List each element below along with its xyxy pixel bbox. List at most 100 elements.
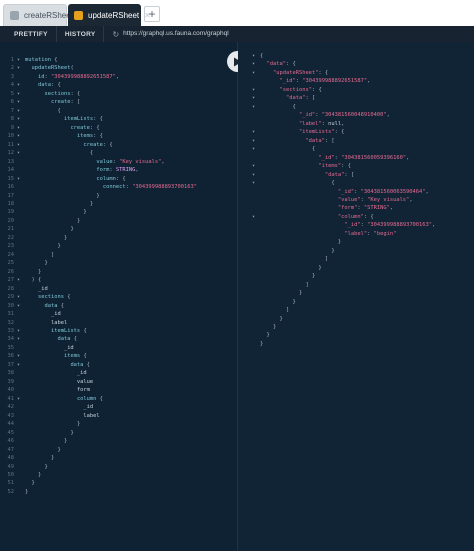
query-line[interactable]: 36 ▾ items { xyxy=(0,352,238,360)
fold-toggle-icon[interactable]: ▾ xyxy=(17,81,25,89)
query-line[interactable]: 44 } xyxy=(0,420,238,428)
query-line-text: } xyxy=(70,226,74,233)
fold-toggle-icon[interactable]: ▾ xyxy=(17,90,25,98)
query-line-text: data { xyxy=(70,361,90,368)
query-line[interactable]: 2 ▾ updateRSheet( xyxy=(0,64,238,72)
query-line[interactable]: 41 ▾ column { xyxy=(0,395,238,403)
query-line[interactable]: 37 ▾ data { xyxy=(0,361,238,369)
query-line[interactable]: 23 } xyxy=(0,242,238,250)
query-line[interactable]: 26 } xyxy=(0,268,238,276)
prettify-button[interactable]: PRETTIFY xyxy=(0,26,57,42)
fold-toggle-icon[interactable]: ▾ xyxy=(17,124,25,132)
history-icon[interactable]: ↻ xyxy=(104,30,123,39)
query-line[interactable]: 29 ▾ sections { xyxy=(0,293,238,301)
line-number: 22 xyxy=(7,234,15,241)
fold-toggle-icon[interactable]: ▾ xyxy=(17,276,25,284)
query-line[interactable]: 34 ▾ data { xyxy=(0,335,238,343)
fold-toggle-icon[interactable]: ▾ xyxy=(238,171,260,179)
query-line[interactable]: 48 } xyxy=(0,454,238,462)
fold-toggle-icon[interactable]: ▾ xyxy=(17,175,25,183)
query-line[interactable]: 8 ▾ itemLists: { xyxy=(0,115,238,123)
fold-toggle-icon[interactable]: ▾ xyxy=(17,64,25,72)
fold-toggle-icon[interactable]: ▾ xyxy=(17,335,25,343)
fold-toggle-icon[interactable]: ▾ xyxy=(17,293,25,301)
query-line[interactable]: 12 ▾ { xyxy=(0,149,238,157)
query-line[interactable]: 52} xyxy=(0,488,238,496)
query-line[interactable]: 38 _id xyxy=(0,369,238,377)
fold-toggle-icon[interactable]: ▾ xyxy=(17,107,25,115)
query-line[interactable]: 49 } xyxy=(0,463,238,471)
query-line[interactable]: 7 ▾ { xyxy=(0,107,238,115)
query-line[interactable]: 20 } xyxy=(0,217,238,225)
query-line[interactable]: 19 } xyxy=(0,208,238,216)
query-line[interactable]: 10 ▾ items: { xyxy=(0,132,238,140)
fold-toggle-icon[interactable]: ▾ xyxy=(238,162,260,170)
query-line[interactable]: 45 } xyxy=(0,429,238,437)
query-line[interactable]: 18 } xyxy=(0,200,238,208)
fold-toggle-icon[interactable]: ▾ xyxy=(17,56,25,64)
query-line[interactable]: 1 ▾ mutation { xyxy=(0,56,238,64)
query-line[interactable]: 9 ▾ create: { xyxy=(0,124,238,132)
query-line[interactable]: 15 ▾ column: { xyxy=(0,175,238,183)
query-line[interactable]: 4 ▾ data: { xyxy=(0,81,238,89)
fold-toggle-icon[interactable]: ▾ xyxy=(17,361,25,369)
fold-toggle-icon[interactable]: ▾ xyxy=(238,145,260,153)
query-line[interactable]: 31 _id xyxy=(0,310,238,318)
fold-toggle-icon[interactable]: ▾ xyxy=(238,137,260,145)
fold-toggle-icon[interactable]: ▾ xyxy=(238,213,260,221)
query-line[interactable]: 50 } xyxy=(0,471,238,479)
query-line[interactable]: 47 } xyxy=(0,446,238,454)
query-line[interactable]: 3 id: "304399988892651587", xyxy=(0,73,238,81)
endpoint-url-input[interactable] xyxy=(123,26,474,42)
query-line[interactable]: 11 ▾ create: { xyxy=(0,141,238,149)
fold-toggle-icon[interactable]: ▾ xyxy=(17,302,25,310)
line-number: 11 xyxy=(7,141,15,148)
tab-create-rsheet[interactable]: createRSheet xyxy=(3,4,73,26)
fold-toggle-icon[interactable]: ▾ xyxy=(238,60,260,68)
line-number: 47 xyxy=(7,446,15,453)
tab-update-rsheet[interactable]: updateRSheet ✕ xyxy=(68,4,151,26)
query-line[interactable]: 33 ▾ itemLists { xyxy=(0,327,238,335)
query-line[interactable]: 51 } xyxy=(0,479,238,487)
fold-toggle-icon[interactable]: ▾ xyxy=(17,352,25,360)
fold-toggle-icon[interactable]: ▾ xyxy=(17,395,25,403)
query-line[interactable]: 32 label xyxy=(0,319,238,327)
fold-toggle-icon[interactable]: ▾ xyxy=(17,141,25,149)
query-line[interactable]: 13 value: "Key visuals", xyxy=(0,158,238,166)
fold-toggle-icon[interactable]: ▾ xyxy=(17,327,25,335)
query-line[interactable]: 16 connect: "304399988893700163" xyxy=(0,183,238,191)
query-line[interactable]: 14 form: STRING, xyxy=(0,166,238,174)
query-line[interactable]: 24 ] xyxy=(0,251,238,259)
query-line[interactable]: 21 } xyxy=(0,225,238,233)
fold-toggle-icon[interactable]: ▾ xyxy=(238,94,260,102)
fold-toggle-icon[interactable]: ▾ xyxy=(238,103,260,111)
result-line-text: "data": [ xyxy=(305,137,335,144)
fold-toggle-icon[interactable]: ▾ xyxy=(17,149,25,157)
query-editor[interactable]: 1 ▾ mutation {2 ▾ updateRSheet(3 id: "30439… xyxy=(0,42,238,551)
query-line[interactable]: 30 ▾ data { xyxy=(0,302,238,310)
query-line[interactable]: 25 } xyxy=(0,259,238,267)
query-line[interactable]: 17 } xyxy=(0,192,238,200)
query-line[interactable]: 27 ▾ ) { xyxy=(0,276,238,284)
query-line[interactable]: 5 ▾ sections: { xyxy=(0,90,238,98)
query-code[interactable]: 1 ▾ mutation {2 ▾ updateRSheet(3 id: "30439… xyxy=(0,56,238,496)
query-line[interactable]: 40 form xyxy=(0,386,238,394)
fold-toggle-icon[interactable]: ▾ xyxy=(238,128,260,136)
query-line[interactable]: 6 ▾ create: [ xyxy=(0,98,238,106)
query-line[interactable]: 22 } xyxy=(0,234,238,242)
query-line[interactable]: 42 _id xyxy=(0,403,238,411)
query-line[interactable]: 46 } xyxy=(0,437,238,445)
plus-icon[interactable]: + xyxy=(144,6,160,22)
fold-toggle-icon[interactable]: ▾ xyxy=(17,98,25,106)
query-line[interactable]: 39 value xyxy=(0,378,238,386)
fold-toggle-icon[interactable]: ▾ xyxy=(17,115,25,123)
fold-toggle-icon[interactable]: ▾ xyxy=(238,69,260,77)
fold-toggle-icon[interactable]: ▾ xyxy=(238,86,260,94)
query-line[interactable]: 28 _id xyxy=(0,285,238,293)
fold-toggle-icon[interactable]: ▾ xyxy=(238,52,260,60)
query-line[interactable]: 43 label xyxy=(0,412,238,420)
query-line[interactable]: 35 _id xyxy=(0,344,238,352)
fold-toggle-icon[interactable]: ▾ xyxy=(238,179,260,187)
fold-toggle-icon[interactable]: ▾ xyxy=(17,132,25,140)
history-button[interactable]: HISTORY xyxy=(57,26,105,42)
